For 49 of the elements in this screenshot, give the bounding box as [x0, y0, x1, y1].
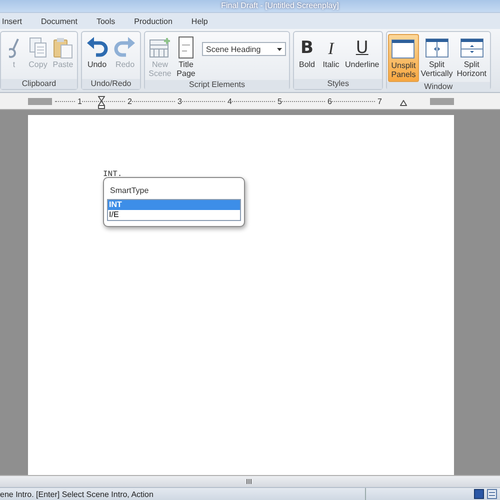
- undo-arrow-icon: [85, 37, 109, 59]
- paste-icon: [52, 37, 74, 59]
- menu-item[interactable]: Document: [41, 14, 86, 28]
- right-margin-marker-icon[interactable]: [400, 100, 407, 106]
- group-label: Undo/Redo: [82, 79, 140, 89]
- ruler-number: 2: [128, 96, 132, 106]
- ribbon-button[interactable]: Unsplit Panels: [388, 34, 419, 82]
- group-label: Window: [387, 82, 490, 92]
- copy-icon: [28, 37, 48, 59]
- ribbon-button[interactable]: I Italic: [319, 34, 343, 79]
- menu-item[interactable]: Tools: [96, 14, 124, 28]
- popup-title: SmartType: [110, 186, 149, 195]
- indent-marker-icon[interactable]: [98, 96, 105, 109]
- vertical-split-icon: [424, 38, 449, 58]
- ribbon-button[interactable]: Title Page: [174, 34, 198, 80]
- ribbon-button[interactable]: U Underline: [343, 34, 382, 79]
- new-scene-icon: [148, 37, 172, 59]
- list-item[interactable]: I/E: [108, 210, 240, 220]
- scene-heading-text: INT.: [103, 170, 122, 179]
- ribbon-button[interactable]: Undo: [83, 34, 111, 79]
- ruler-number: 5: [278, 96, 282, 106]
- group-label: Clipboard: [1, 79, 77, 89]
- ribbon-button[interactable]: B Bold: [295, 34, 319, 79]
- horizontal-split-icon: [460, 38, 484, 58]
- list-view-icon[interactable]: [487, 489, 497, 499]
- page-icon: [177, 36, 195, 60]
- group-label: Styles: [294, 79, 382, 89]
- ruler-number: 1: [78, 96, 82, 106]
- status-text: ene Intro. [Enter] Select Scene Intro, Action: [0, 490, 154, 498]
- menu-item[interactable]: Insert: [2, 14, 32, 28]
- scissors-icon: [9, 37, 19, 59]
- window-title: Final Draft - [Untitled Screenplay]: [221, 1, 339, 11]
- style-glyph: I: [328, 44, 334, 52]
- ribbon-button[interactable]: Split Horizont: [454, 34, 489, 82]
- group-label: Script Elements: [145, 80, 289, 90]
- element-dropdown[interactable]: Scene Heading: [202, 42, 286, 56]
- menu-item[interactable]: Help: [191, 14, 217, 28]
- ruler-margin: [430, 98, 454, 104]
- scrollbar-grip-icon[interactable]: [246, 479, 252, 484]
- menu-item[interactable]: Production: [134, 14, 182, 28]
- ruler-number: 3: [178, 96, 182, 106]
- ruler-number: 7: [378, 96, 382, 106]
- ribbon-button[interactable]: Split Vertically: [418, 34, 455, 82]
- redo-arrow-icon: [113, 37, 137, 59]
- single-pane-icon: [391, 39, 416, 59]
- ruler-margin: [28, 98, 52, 104]
- caret-icon: [277, 48, 282, 50]
- ruler-number: 4: [228, 96, 232, 106]
- ruler-number: 6: [328, 96, 332, 106]
